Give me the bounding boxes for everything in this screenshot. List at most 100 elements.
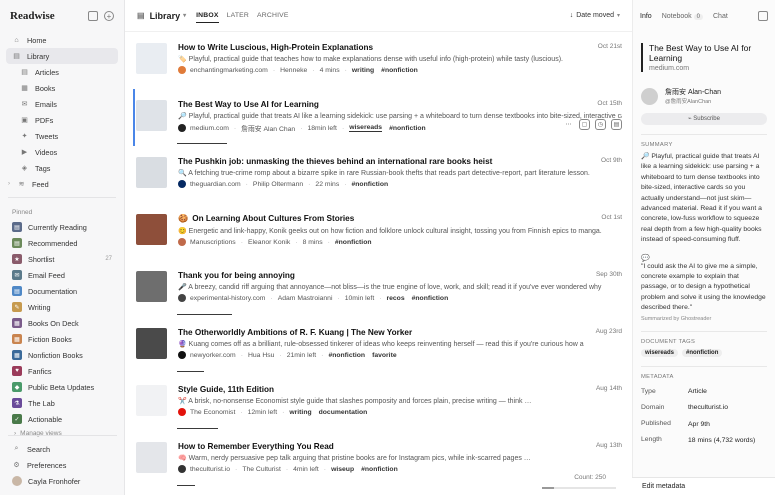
document-row[interactable]: 🍪 On Learning About Cultures From Stories… bbox=[135, 203, 622, 260]
pinned-view-icon: ◆ bbox=[12, 382, 22, 392]
document-thumbnail bbox=[136, 328, 167, 359]
pinned-view-recommended[interactable]: ▤ Recommended bbox=[6, 235, 118, 251]
count-progress-fill bbox=[542, 487, 554, 489]
site-favicon bbox=[178, 66, 186, 74]
pinned-view-icon: ▦ bbox=[12, 350, 22, 360]
sort-dropdown[interactable]: ↓ Date moved ▾ bbox=[570, 12, 620, 19]
sidebar-item-home[interactable]: ⌂ Home bbox=[6, 32, 118, 48]
sidebar-item-cayla-fronhofer[interactable]: Cayla Fronhofer bbox=[6, 473, 119, 489]
document-row[interactable]: The Pushkin job: unmasking the thieves b… bbox=[135, 146, 622, 203]
document-summary: 😊 Energetic and link-happy, Konik geeks … bbox=[178, 228, 602, 235]
pinned-view-email-feed[interactable]: ✉ Email Feed bbox=[6, 267, 118, 283]
document-tag[interactable]: wiseup bbox=[331, 466, 354, 473]
bookmark-icon[interactable]: ▢ bbox=[579, 119, 590, 130]
pinned-view-the-lab[interactable]: ⚗ The Lab bbox=[6, 395, 118, 411]
site-favicon bbox=[178, 465, 186, 473]
toggle-sidebar-icon[interactable] bbox=[88, 11, 98, 21]
pdf-icon: ▣ bbox=[21, 117, 28, 124]
document-tag[interactable]: #nonfiction bbox=[361, 466, 398, 473]
sidebar-item-books[interactable]: ▦ Books bbox=[6, 80, 118, 96]
pinned-view-documentation[interactable]: ▤ Documentation bbox=[6, 283, 118, 299]
tab-chat[interactable]: Chat bbox=[713, 13, 728, 20]
edit-metadata-button[interactable]: Edit metadata bbox=[632, 477, 775, 495]
document-tag[interactable]: favorite bbox=[372, 352, 397, 359]
tab-archive[interactable]: ARCHIVE bbox=[257, 9, 289, 23]
document-row[interactable]: The Best Way to Use AI for Learning 🔎 Pla… bbox=[133, 89, 622, 146]
tab-inbox[interactable]: INBOX bbox=[196, 9, 219, 23]
sidebar-item-emails[interactable]: ✉ Emails bbox=[6, 96, 118, 112]
sidebar-item-pdfs[interactable]: ▣ PDFs bbox=[6, 112, 118, 128]
subscribe-button[interactable]: ⌁ Subscribe bbox=[641, 113, 767, 125]
collapse-panel-icon[interactable] bbox=[758, 11, 768, 21]
document-row[interactable]: How to Remember Everything You Read 🧠 War… bbox=[135, 431, 622, 488]
author-avatar bbox=[641, 87, 658, 105]
more-icon[interactable]: ⋯ bbox=[563, 119, 574, 130]
tab-notebook[interactable]: Notebook 0 bbox=[662, 13, 703, 20]
pinned-view-actionable[interactable]: ✓ Actionable bbox=[6, 411, 118, 427]
pinned-view-public-beta-updates[interactable]: ◆ Public Beta Updates bbox=[6, 379, 118, 395]
sidebar-item-tags[interactable]: ◈ Tags bbox=[6, 160, 118, 176]
pinned-view-shortlist[interactable]: ★ Shortlist 27 bbox=[6, 251, 118, 267]
document-row[interactable]: Thank you for being annoying 🎤 A breezy, … bbox=[135, 260, 622, 317]
document-title-text: The Pushkin job: unmasking the thieves b… bbox=[178, 157, 493, 166]
document-tag[interactable]: #nonfiction bbox=[389, 125, 426, 132]
document-row[interactable]: Style Guide, 11th Edition ✂️ A brisk, no-… bbox=[135, 374, 622, 431]
document-summary: 🔮 Kuang comes off as a brilliant, rule-o… bbox=[178, 341, 584, 348]
divider bbox=[641, 330, 767, 332]
separator-dot: · bbox=[327, 238, 330, 246]
document-tag[interactable]: #nonfiction bbox=[335, 239, 372, 246]
sort-arrow-icon: ↓ bbox=[569, 12, 574, 19]
pinned-view-writing[interactable]: ✎ Writing bbox=[6, 299, 118, 315]
document-tag[interactable]: #nonfiction bbox=[381, 67, 418, 74]
pinned-view-nonfiction-books[interactable]: ▦ Nonfiction Books bbox=[6, 347, 118, 363]
reading-progress bbox=[177, 142, 228, 144]
document-tag-chip[interactable]: #nonfiction bbox=[682, 348, 723, 357]
sidebar-item-videos[interactable]: ▶ Videos bbox=[6, 144, 118, 160]
main-panel: ▤ Library ▾ INBOX LATER ARCHIVE ↓ Date mov… bbox=[125, 0, 632, 495]
pinned-view-label: Shortlist bbox=[28, 254, 55, 264]
sidebar-item-search[interactable]: ⌕ Search bbox=[6, 441, 119, 457]
separator-dot: · bbox=[245, 180, 248, 188]
document-tag-chip[interactable]: wisereads bbox=[641, 348, 679, 357]
pinned-view-label: Documentation bbox=[28, 286, 78, 296]
document-row[interactable]: How to Write Luscious, High-Protein Expl… bbox=[135, 32, 622, 89]
document-tag[interactable]: wisereads bbox=[349, 124, 383, 132]
document-row[interactable]: The Otherworldly Ambitions of R. F. Kuan… bbox=[135, 317, 622, 374]
sidebar-item-tweets[interactable]: ✦ Tweets bbox=[6, 128, 118, 144]
document-tag[interactable]: documentation bbox=[319, 409, 368, 416]
document-tag[interactable]: writing bbox=[289, 409, 311, 416]
document-title: The Otherworldly Ambitions of R. F. Kuan… bbox=[178, 328, 622, 337]
document-thumbnail bbox=[136, 157, 167, 188]
sidebar-item-feed[interactable]: › ≋ Feed bbox=[6, 176, 118, 192]
separator-dot: · bbox=[295, 238, 298, 246]
tab-later[interactable]: LATER bbox=[227, 9, 249, 23]
clock-icon[interactable]: ◷ bbox=[595, 119, 606, 130]
pinned-view-icon: ✉ bbox=[12, 270, 22, 280]
sidebar-item-preferences[interactable]: ⚙ Preferences bbox=[6, 457, 119, 473]
metadata-value: Apr 9th bbox=[688, 420, 710, 428]
document-tag[interactable]: #nonfiction bbox=[328, 352, 365, 359]
sidebar-item-library[interactable]: ▤ Library bbox=[6, 48, 118, 64]
gear-icon: ⚙ bbox=[13, 462, 20, 469]
sidebar-item-articles[interactable]: ▤ Articles bbox=[6, 64, 118, 80]
pinned-view-fiction-books[interactable]: ▦ Fiction Books bbox=[6, 331, 118, 347]
pinned-view-icon: ★ bbox=[12, 254, 22, 264]
add-icon[interactable]: + bbox=[104, 11, 114, 21]
document-tag[interactable]: recos bbox=[386, 295, 404, 302]
pinned-view-currently-reading[interactable]: ▤ Currently Reading bbox=[6, 219, 118, 235]
pinned-view-fanfics[interactable]: ♥ Fanfics bbox=[6, 363, 118, 379]
document-tag[interactable]: writing bbox=[352, 67, 374, 74]
document-thumbnail bbox=[136, 43, 167, 74]
archive-icon[interactable]: ▤ bbox=[611, 119, 622, 130]
twitter-icon: ✦ bbox=[21, 133, 28, 140]
document-author: Hua Hsu bbox=[247, 351, 275, 359]
document-tag[interactable]: #nonfiction bbox=[412, 295, 449, 302]
search-icon: ⌕ bbox=[14, 445, 19, 452]
separator-dot: · bbox=[240, 238, 243, 246]
tab-info[interactable]: Info bbox=[640, 13, 652, 20]
document-tag[interactable]: #nonfiction bbox=[352, 181, 389, 188]
pinned-view-books-on-deck[interactable]: ▦ Books On Deck bbox=[6, 315, 118, 331]
sort-label: Date moved bbox=[576, 12, 614, 19]
library-title[interactable]: ▤ Library ▾ bbox=[137, 11, 186, 21]
document-author: The Culturist bbox=[242, 465, 281, 473]
